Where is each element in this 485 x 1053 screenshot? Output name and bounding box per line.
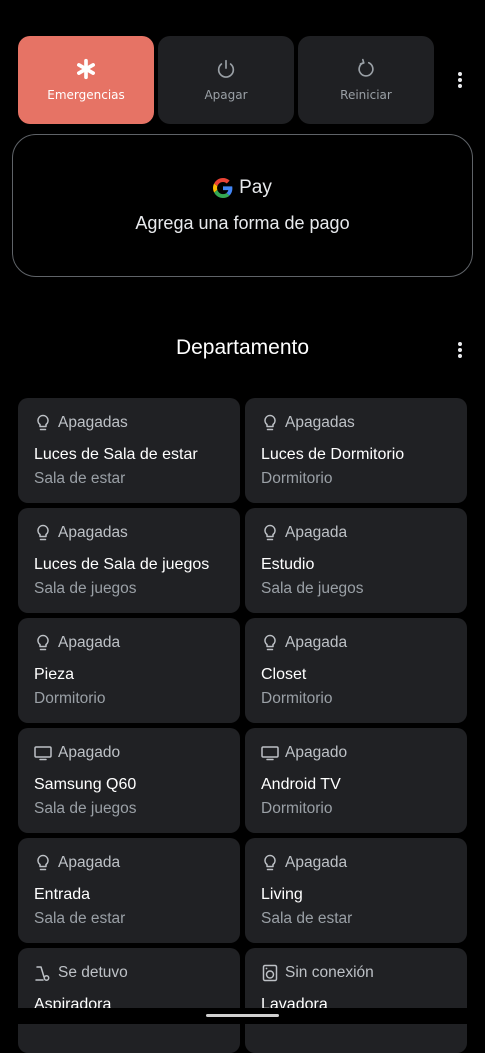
device-status-label: Apagada	[58, 634, 121, 651]
device-tile[interactable]: Apagadas Luces de Dormitorio Dormitorio	[245, 398, 467, 503]
power-icon	[217, 59, 235, 78]
device-status-label: Apagado	[58, 744, 121, 761]
device-status: Sin conexión	[261, 964, 453, 982]
google-pay-logo: Pay	[213, 177, 272, 199]
lightbulb-icon	[261, 854, 279, 872]
google-pay-card[interactable]: Pay Agrega una forma de pago	[12, 134, 473, 277]
device-name: Living	[261, 886, 303, 903]
device-tile[interactable]: Se detuvo Aspiradora	[18, 948, 240, 1053]
device-status: Apagadas	[34, 524, 226, 542]
lightbulb-icon	[34, 524, 52, 542]
device-status: Apagada	[261, 854, 453, 872]
power-menu-overflow-button[interactable]	[448, 68, 472, 92]
device-tile[interactable]: Apagada Living Sala de estar	[245, 838, 467, 943]
device-room: Dormitorio	[261, 470, 333, 487]
device-name: Luces de Sala de juegos	[34, 556, 210, 573]
device-status: Apagada	[261, 634, 453, 652]
washer-icon	[261, 964, 279, 982]
device-room: Dormitorio	[261, 800, 333, 817]
device-status-label: Apagadas	[58, 524, 128, 541]
add-payment-method-text: Agrega una forma de pago	[135, 213, 350, 233]
device-status: Apagada	[261, 524, 453, 542]
device-status-label: Apagado	[285, 744, 348, 761]
device-room: Sala de estar	[34, 910, 126, 927]
emergency-label: Emergencias	[47, 88, 125, 102]
device-tile[interactable]: Apagadas Luces de Sala de juegos Sala de j…	[18, 508, 240, 613]
device-tile[interactable]: Apagada Pieza Dormitorio	[18, 618, 240, 723]
device-tile[interactable]: Apagada Estudio Sala de juegos	[245, 508, 467, 613]
device-status: Apagado	[261, 744, 453, 762]
lightbulb-icon	[34, 634, 52, 652]
more-vert-icon	[458, 342, 462, 358]
restart-label: Reiniciar	[340, 88, 392, 102]
device-room: Sala de juegos	[34, 800, 137, 817]
device-name: Luces de Dormitorio	[261, 446, 405, 463]
device-tile[interactable]: Apagada Closet Dormitorio	[245, 618, 467, 723]
device-name: Pieza	[34, 666, 75, 683]
device-status-label: Apagadas	[58, 414, 128, 431]
home-structure-title[interactable]: Departamento	[0, 336, 485, 360]
emergency-asterisk-icon	[77, 58, 95, 80]
home-overflow-button[interactable]	[448, 338, 472, 362]
device-status-label: Apagadas	[285, 414, 355, 431]
lightbulb-icon	[261, 414, 279, 432]
device-name: Android TV	[261, 776, 341, 793]
google-g-icon	[213, 178, 233, 198]
device-room: Sala de juegos	[261, 580, 364, 597]
device-room: Dormitorio	[261, 690, 333, 707]
lightbulb-icon	[261, 524, 279, 542]
device-room: Sala de estar	[34, 470, 126, 487]
device-room: Dormitorio	[34, 690, 106, 707]
device-tile[interactable]: Sin conexión Lavadora	[245, 948, 467, 1053]
device-status: Apagada	[34, 854, 226, 872]
power-off-label: Apagar	[204, 88, 248, 102]
more-vert-icon	[458, 72, 462, 88]
device-status-label: Apagada	[58, 854, 121, 871]
device-name: Estudio	[261, 556, 315, 573]
power-menu: Emergencias Apagar Reiniciar	[18, 36, 434, 124]
power-off-button[interactable]: Apagar	[158, 36, 294, 124]
device-status-label: Apagada	[285, 524, 348, 541]
restart-button[interactable]: Reiniciar	[298, 36, 434, 124]
device-room: Sala de estar	[261, 910, 353, 927]
device-name: Luces de Sala de estar	[34, 446, 198, 463]
vacuum-icon	[34, 964, 52, 982]
device-tile[interactable]: Apagadas Luces de Sala de estar Sala de es…	[18, 398, 240, 503]
device-room: Sala de juegos	[34, 580, 137, 597]
device-status-label: Sin conexión	[285, 964, 374, 981]
device-name: Samsung Q60	[34, 776, 137, 793]
lightbulb-icon	[261, 634, 279, 652]
device-status: Apagadas	[261, 414, 453, 432]
lightbulb-icon	[34, 414, 52, 432]
tv-icon	[34, 744, 52, 762]
device-tile[interactable]: Apagado Android TV Dormitorio	[245, 728, 467, 833]
restart-icon	[358, 58, 374, 77]
device-status: Apagado	[34, 744, 226, 762]
device-status-label: Apagada	[285, 854, 348, 871]
device-status: Se detuvo	[34, 964, 226, 982]
lightbulb-icon	[34, 854, 52, 872]
device-status: Apagada	[34, 634, 226, 652]
device-controls-grid: Apagadas Luces de Sala de estar Sala de es…	[18, 398, 467, 1053]
device-status-label: Se detuvo	[58, 964, 128, 981]
device-name: Entrada	[34, 886, 91, 903]
device-tile[interactable]: Apagado Samsung Q60 Sala de juegos	[18, 728, 240, 833]
device-status-label: Apagada	[285, 634, 348, 651]
device-status: Apagadas	[34, 414, 226, 432]
device-tile[interactable]: Apagada Entrada Sala de estar	[18, 838, 240, 943]
emergency-button[interactable]: Emergencias	[18, 36, 154, 124]
google-pay-brand: Pay	[239, 177, 272, 198]
device-name: Closet	[261, 666, 307, 683]
tv-icon	[261, 744, 279, 762]
gesture-nav-handle[interactable]	[206, 1014, 279, 1017]
